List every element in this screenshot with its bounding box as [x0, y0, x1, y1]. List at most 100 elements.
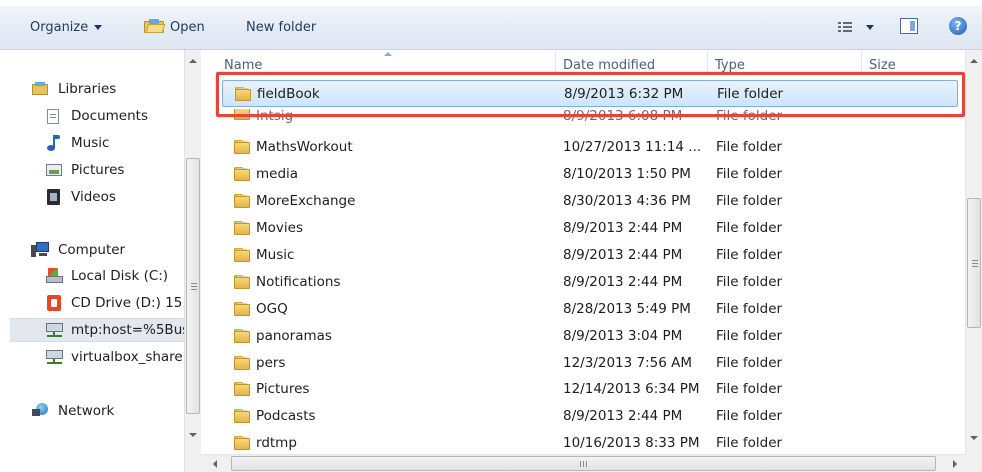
nav-item-mtp-host[interactable]: mtp:host=%5Bus: [10, 318, 184, 342]
file-row-intsig[interactable]: Intsig 8/9/2013 6:08 PM File folder: [222, 109, 958, 126]
file-type: File folder: [716, 220, 783, 236]
nav-label: Pictures: [71, 162, 125, 178]
nav-label: Music: [71, 135, 110, 151]
nav-label: Libraries: [58, 81, 117, 97]
nav-label: virtualbox_share: [71, 349, 183, 365]
organize-label: Organize: [30, 20, 89, 35]
nav-item-computer[interactable]: Computer: [30, 239, 184, 261]
column-header-size[interactable]: Size: [869, 50, 949, 78]
file-row-fieldbook[interactable]: fieldBook 8/9/2013 6:32 PM File folder: [222, 80, 958, 107]
file-name: Podcasts: [256, 408, 316, 424]
file-row-podcasts[interactable]: Podcasts 8/9/2013 2:44 PM File folder: [222, 403, 958, 430]
file-type: File folder: [716, 109, 783, 124]
file-date: 10/27/2013 11:14 ...: [563, 139, 702, 155]
file-name: OGQ: [256, 301, 288, 317]
nav-item-network[interactable]: Network: [30, 400, 184, 422]
organize-button[interactable]: Organize: [30, 17, 103, 39]
file-type: File folder: [716, 139, 783, 155]
command-bar: Organize Open New folder ?: [0, 0, 982, 50]
column-divider[interactable]: [555, 50, 556, 76]
file-type: File folder: [716, 274, 783, 290]
column-divider[interactable]: [861, 50, 862, 76]
file-row-pictures[interactable]: Pictures 12/14/2013 6:34 PM File folder: [222, 376, 958, 403]
open-button[interactable]: Open: [144, 17, 205, 39]
scroll-down-icon[interactable]: [970, 436, 978, 440]
file-row-mathsworkout[interactable]: MathsWorkout 10/27/2013 11:14 ... File f…: [222, 134, 958, 161]
pictures-icon: [46, 164, 62, 176]
local-disk-icon: [46, 268, 63, 284]
chevron-down-icon: [866, 25, 874, 30]
documents-icon: [47, 109, 59, 124]
file-name: pers: [256, 355, 286, 371]
libraries-icon: [32, 82, 48, 95]
file-row-notifications[interactable]: Notifications 8/9/2013 2:44 PM File fold…: [222, 269, 958, 296]
nav-label: Computer: [58, 242, 126, 258]
file-type: File folder: [716, 381, 783, 397]
file-list: Name Date modified Type Size fieldBook 8…: [201, 50, 965, 454]
file-row-media[interactable]: media 8/10/2013 1:50 PM File folder: [222, 161, 958, 188]
file-name: Music: [256, 247, 295, 263]
file-type: File folder: [716, 408, 783, 424]
scroll-up-icon[interactable]: [189, 59, 197, 63]
file-list-vertical-scrollbar[interactable]: [965, 50, 982, 454]
file-name: MoreExchange: [256, 193, 356, 209]
nav-label: CD Drive (D:) 15.0: [71, 295, 184, 311]
file-row-panoramas[interactable]: panoramas 8/9/2013 3:04 PM File folder: [222, 323, 958, 350]
toolbar-top-strip: [0, 0, 982, 6]
change-view-button[interactable]: [838, 20, 884, 36]
scrollbar-corner: [965, 454, 982, 472]
file-date: 8/9/2013 2:44 PM: [563, 408, 683, 424]
network-icon: [32, 403, 49, 418]
file-name: panoramas: [256, 328, 332, 344]
network-drive-icon: [46, 350, 63, 364]
chevron-down-icon: [94, 25, 103, 30]
folder-icon: [234, 109, 250, 120]
nav-item-pictures[interactable]: Pictures: [44, 159, 184, 181]
file-row-moreexchange[interactable]: MoreExchange 8/30/2013 4:36 PM File fold…: [222, 188, 958, 215]
file-list-scroll-thumb[interactable]: [967, 198, 981, 328]
nav-item-videos[interactable]: Videos: [44, 186, 184, 208]
file-date: 8/9/2013 2:44 PM: [563, 247, 683, 263]
file-type: File folder: [716, 301, 783, 317]
horizontal-scroll-thumb[interactable]: [231, 456, 936, 471]
nav-label: Documents: [71, 108, 148, 124]
file-name: Movies: [256, 220, 303, 236]
file-name: Notifications: [256, 274, 341, 290]
nav-item-local-disk[interactable]: Local Disk (C:): [44, 265, 184, 287]
column-header-date-modified[interactable]: Date modified: [563, 50, 703, 78]
file-row-pers[interactable]: pers 12/3/2013 7:56 AM File folder: [222, 350, 958, 377]
preview-pane-icon[interactable]: [900, 18, 918, 34]
file-name: media: [256, 166, 299, 182]
nav-item-libraries[interactable]: Libraries: [30, 78, 184, 100]
new-folder-button[interactable]: New folder: [246, 17, 316, 39]
nav-pane-scrollbar[interactable]: [184, 50, 201, 472]
nav-pane-scroll-thumb[interactable]: [186, 158, 200, 414]
folder-icon: [234, 167, 250, 181]
nav-label: mtp:host=%5Bus: [71, 322, 184, 338]
nav-item-documents[interactable]: Documents: [44, 105, 184, 127]
scroll-right-icon[interactable]: [953, 460, 957, 468]
file-list-horizontal-scrollbar[interactable]: [201, 454, 965, 472]
help-icon[interactable]: ?: [949, 17, 967, 35]
folder-icon: [234, 409, 250, 423]
nav-label: Network: [58, 403, 115, 419]
folder-icon: [234, 275, 250, 289]
scroll-down-icon[interactable]: [189, 433, 197, 437]
file-row-music[interactable]: Music 8/9/2013 2:44 PM File folder: [222, 242, 958, 269]
column-header-name[interactable]: Name: [224, 50, 554, 78]
scroll-up-icon[interactable]: [970, 59, 978, 63]
column-divider[interactable]: [707, 50, 708, 76]
nav-item-music[interactable]: Music: [44, 132, 184, 154]
nav-item-virtualbox-share[interactable]: virtualbox_share: [44, 346, 184, 368]
file-row-ogq[interactable]: OGQ 8/28/2013 5:49 PM File folder: [222, 296, 958, 323]
file-name: MathsWorkout: [256, 139, 353, 155]
scroll-left-icon[interactable]: [213, 460, 217, 468]
file-row-movies[interactable]: Movies 8/9/2013 2:44 PM File folder: [222, 215, 958, 242]
column-header-type[interactable]: Type: [715, 50, 855, 78]
nav-item-cd-drive[interactable]: CD Drive (D:) 15.0: [44, 292, 184, 314]
file-type: File folder: [716, 435, 783, 451]
folder-icon: [235, 87, 251, 101]
file-type: File folder: [717, 86, 784, 102]
views-icon: [838, 20, 854, 34]
file-row-rdtmp[interactable]: rdtmp 10/16/2013 8:33 PM File folder: [222, 430, 958, 454]
